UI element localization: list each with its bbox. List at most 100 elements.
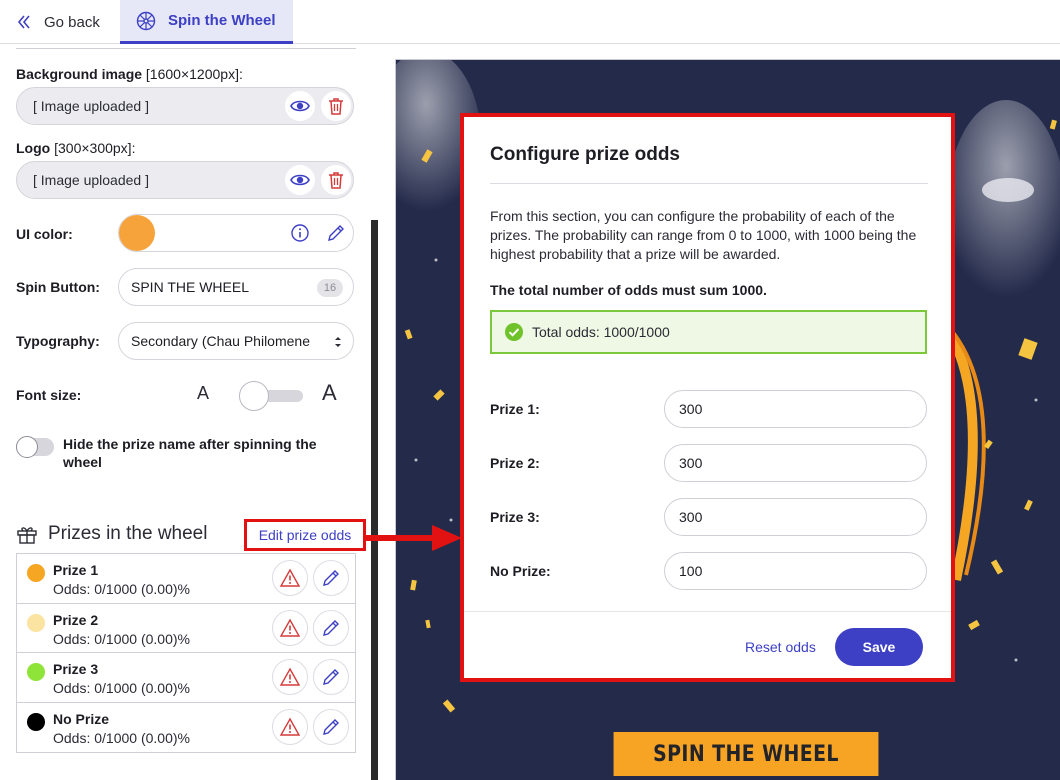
- background-image-value: [ Image uploaded ]: [33, 98, 149, 114]
- select-arrows-icon: [335, 337, 341, 347]
- warning-icon: [280, 667, 300, 686]
- trash-icon: [329, 172, 343, 189]
- hide-prize-name-toggle[interactable]: [16, 436, 54, 458]
- pencil-icon: [328, 225, 344, 241]
- pencil-icon: [323, 570, 339, 586]
- ui-color-label: UI color:: [16, 226, 73, 242]
- preview-background-button[interactable]: [285, 91, 315, 121]
- prize-warning-button[interactable]: [272, 609, 308, 646]
- odds-input[interactable]: 300: [664, 444, 927, 482]
- odds-row-label: Prize 3:: [490, 509, 540, 525]
- prize-warning-button[interactable]: [272, 659, 308, 695]
- prize-edit-button[interactable]: [313, 659, 349, 695]
- prize-row: Prize 1 Odds: 0/1000 (0.00)%: [17, 554, 355, 604]
- spin-the-wheel-label: Spin the Wheel: [168, 12, 276, 29]
- top-tab-bar: Go back Spin the Wheel: [0, 0, 1060, 44]
- font-size-slider-handle[interactable]: [239, 381, 269, 411]
- prize-color-dot: [27, 712, 45, 731]
- odds-sum-note: The total number of odds must sum 1000.: [490, 282, 767, 298]
- prize-warning-button[interactable]: [272, 560, 308, 596]
- configure-prize-odds-dialog: Configure prize odds From this section, …: [460, 113, 955, 682]
- total-odds-status: Total odds: 1000/1000: [490, 310, 927, 354]
- typography-select[interactable]: Secondary (Chau Philomene: [118, 322, 354, 360]
- prizes-section-title: Prizes in the wheel: [16, 523, 207, 545]
- trash-icon: [329, 98, 343, 115]
- gift-icon: [17, 527, 37, 544]
- character-counter: 16: [317, 279, 343, 297]
- background-image-field: [ Image uploaded ]: [16, 87, 354, 125]
- dialog-title: Configure prize odds: [490, 144, 680, 165]
- warning-icon: [280, 568, 300, 587]
- divider: [490, 183, 928, 184]
- odds-row-label: Prize 2:: [490, 455, 540, 471]
- toggle-knob: [16, 436, 38, 458]
- odds-input[interactable]: 300: [664, 390, 927, 428]
- background-image-label: Background image [1600×1200px]:: [16, 66, 243, 82]
- logo-field: [ Image uploaded ]: [16, 161, 354, 199]
- warning-icon: [280, 717, 300, 736]
- ui-color-edit-button[interactable]: [321, 218, 351, 248]
- prize-odds: Odds: 0/1000 (0.00)%: [53, 581, 190, 597]
- spin-the-wheel-tab[interactable]: Spin the Wheel: [120, 0, 293, 44]
- pencil-icon: [323, 718, 339, 735]
- edit-prize-odds-link[interactable]: Edit prize odds: [244, 519, 366, 551]
- odds-input[interactable]: 300: [664, 498, 927, 536]
- prize-edit-button[interactable]: [313, 560, 349, 596]
- delete-background-button[interactable]: [321, 91, 351, 121]
- info-icon: [291, 224, 309, 242]
- wheel-icon: [136, 11, 156, 30]
- reset-odds-link[interactable]: Reset odds: [745, 639, 816, 655]
- prize-name: Prize 2: [53, 611, 99, 628]
- font-size-small-icon: A: [197, 383, 210, 403]
- prize-name: Prize 3: [53, 661, 99, 677]
- prize-list: Prize 1 Odds: 0/1000 (0.00)% Prize 2 Odd…: [16, 553, 356, 753]
- go-back-label: Go back: [44, 13, 100, 31]
- font-size-large-icon: A: [322, 380, 337, 405]
- spin-the-wheel-button[interactable]: SPIN THE WHEEL: [613, 732, 879, 776]
- pencil-icon: [323, 619, 339, 636]
- panel-scrollbar[interactable]: [371, 220, 378, 780]
- prize-edit-button[interactable]: [313, 708, 349, 745]
- ui-color-swatch[interactable]: [119, 215, 155, 251]
- prize-edit-button[interactable]: [313, 609, 349, 646]
- red-arrow-annotation: [366, 525, 462, 551]
- prize-name: No Prize: [53, 710, 110, 727]
- odds-input[interactable]: 100: [664, 552, 927, 590]
- dialog-description: From this section, you can configure the…: [490, 208, 917, 262]
- prize-row: No Prize Odds: 0/1000 (0.00)%: [17, 703, 355, 753]
- prize-color-dot: [27, 564, 45, 582]
- ui-color-info-button[interactable]: [285, 218, 315, 248]
- prize-name: Prize 1: [53, 562, 99, 578]
- check-circle-icon: [505, 323, 523, 341]
- spin-button-label: Spin Button:: [16, 279, 100, 295]
- eye-icon: [290, 100, 310, 112]
- prize-warning-button[interactable]: [272, 708, 308, 745]
- prize-odds: Odds: 0/1000 (0.00)%: [53, 729, 190, 746]
- prize-row: Prize 3 Odds: 0/1000 (0.00)%: [17, 653, 355, 703]
- delete-logo-button[interactable]: [321, 165, 351, 195]
- warning-icon: [280, 618, 300, 637]
- typography-label: Typography:: [16, 333, 100, 349]
- font-size-label: Font size:: [16, 387, 82, 403]
- ui-color-field: [118, 214, 354, 252]
- logo-value: [ Image uploaded ]: [33, 172, 149, 188]
- divider: [464, 611, 951, 612]
- prize-odds: Odds: 0/1000 (0.00)%: [53, 680, 190, 696]
- spin-button-input[interactable]: SPIN THE WHEEL 16: [118, 268, 354, 306]
- prize-color-dot: [27, 613, 45, 632]
- hide-prize-name-label: Hide the prize name after spinning the w…: [63, 436, 317, 470]
- double-chevron-left-icon: [17, 15, 30, 29]
- odds-row-label: Prize 1:: [490, 401, 540, 417]
- pencil-icon: [323, 669, 339, 685]
- preview-logo-button[interactable]: [285, 165, 315, 195]
- divider: [16, 48, 356, 49]
- settings-panel: Background image [1600×1200px]: [ Image …: [0, 45, 378, 780]
- prize-row: Prize 2 Odds: 0/1000 (0.00)%: [17, 604, 355, 653]
- prize-color-dot: [27, 663, 45, 681]
- eye-icon: [290, 174, 310, 186]
- go-back-tab[interactable]: Go back: [16, 0, 120, 44]
- prize-odds: Odds: 0/1000 (0.00)%: [53, 630, 190, 647]
- logo-label: Logo [300×300px]:: [16, 140, 136, 156]
- save-button[interactable]: Save: [835, 628, 923, 666]
- odds-row-label: No Prize:: [490, 563, 551, 579]
